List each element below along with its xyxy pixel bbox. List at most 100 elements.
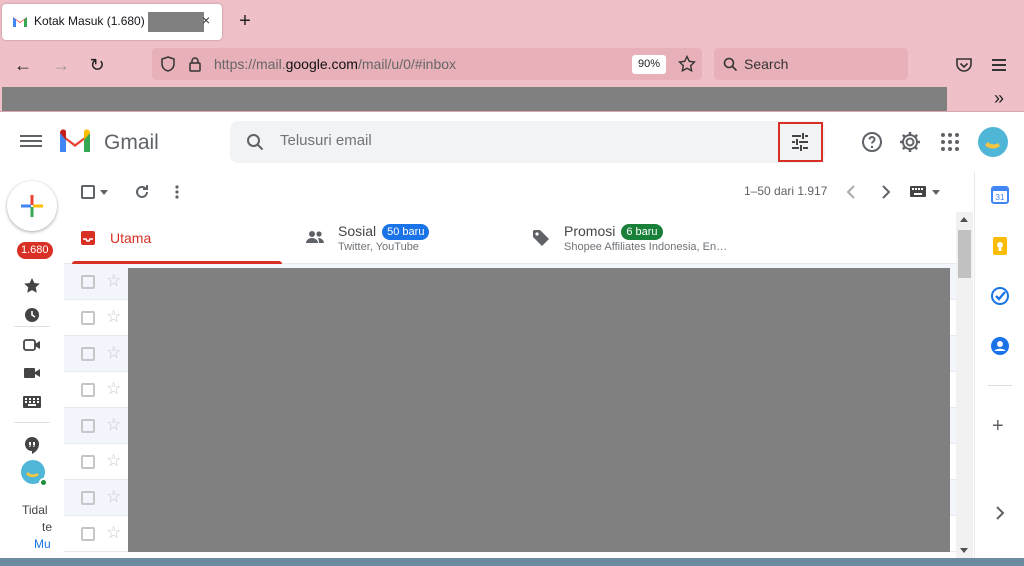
row-checkbox[interactable] — [81, 311, 95, 325]
search-icon[interactable] — [246, 133, 264, 151]
tab-social-label: Sosial 50 baru — [338, 223, 430, 240]
mail-toolbar: 1–50 dari 1.917 — [64, 172, 974, 212]
join-meeting-icon[interactable] — [22, 363, 42, 383]
account-avatar[interactable] — [978, 127, 1008, 157]
star-icon[interactable]: ☆ — [106, 524, 121, 542]
browser-tab-gmail[interactable]: Kotak Masuk (1.680) - × — [2, 4, 222, 40]
browser-nav-bar: ← → ↻ https://mail.google.com/mail/u/0/#… — [0, 44, 1024, 86]
online-status-dot — [39, 478, 48, 487]
contacts-icon[interactable] — [990, 336, 1010, 356]
lock-icon[interactable] — [188, 56, 202, 72]
select-menu-chevron-down-icon[interactable] — [100, 190, 108, 195]
help-icon[interactable] — [860, 130, 884, 154]
row-checkbox[interactable] — [81, 347, 95, 361]
keyboard-icon[interactable] — [22, 392, 42, 412]
pocket-icon[interactable] — [955, 57, 973, 73]
select-all-checkbox[interactable] — [81, 185, 95, 199]
more-options-icon[interactable] — [174, 184, 180, 200]
star-icon[interactable]: ☆ — [106, 416, 121, 434]
row-checkbox[interactable] — [81, 419, 95, 433]
url-bar[interactable]: https://mail.google.com/mail/u/0/#inbox … — [152, 48, 702, 80]
main-menu-icon[interactable] — [20, 132, 42, 152]
input-tools-chevron-down-icon[interactable] — [932, 190, 940, 195]
tab-promotions[interactable]: Promosi 6 baru Shopee Affiliates Indonesi… — [518, 212, 778, 264]
chevron-right-icon[interactable] — [881, 185, 891, 199]
scroll-up-arrow-icon[interactable] — [960, 217, 968, 222]
chevron-left-icon[interactable] — [846, 185, 856, 199]
settings-gear-icon[interactable] — [898, 130, 922, 154]
zoom-level[interactable]: 90% — [632, 55, 666, 74]
star-icon[interactable]: ☆ — [106, 452, 121, 470]
row-checkbox[interactable] — [81, 491, 95, 505]
mail-search-input[interactable] — [280, 132, 760, 149]
star-icon[interactable]: ☆ — [106, 488, 121, 506]
gmail-logo-icon[interactable] — [58, 128, 92, 154]
starred-icon[interactable] — [22, 276, 42, 296]
browser-tab-bar: Kotak Masuk (1.680) - × + — [0, 0, 1024, 44]
redacted-region — [148, 12, 204, 32]
bookmarks-overflow-icon[interactable]: » — [994, 88, 1004, 109]
reload-button[interactable]: ↻ — [84, 52, 110, 78]
browser-tab-title: Kotak Masuk (1.680) - — [34, 14, 153, 28]
expand-panel-chevron-right-icon[interactable] — [995, 506, 1005, 520]
apps-grid-icon[interactable] — [938, 130, 962, 154]
refresh-icon[interactable] — [134, 184, 150, 200]
svg-text:31: 31 — [996, 193, 1005, 202]
forward-button[interactable]: → — [48, 52, 74, 78]
people-icon — [306, 231, 324, 243]
star-icon[interactable]: ☆ — [106, 380, 121, 398]
row-checkbox[interactable] — [81, 383, 95, 397]
mail-search-box — [230, 121, 825, 163]
tasks-icon[interactable] — [990, 286, 1010, 306]
keep-notes-icon[interactable] — [990, 236, 1010, 256]
pagination-count: 1–50 dari 1.917 — [744, 184, 828, 198]
row-checkbox[interactable] — [81, 275, 95, 289]
search-icon — [723, 57, 738, 72]
gmail-product-name[interactable]: Gmail — [104, 131, 159, 155]
browser-search-bar[interactable]: Search — [714, 48, 908, 80]
tab-promotions-label: Promosi 6 baru — [564, 223, 663, 240]
input-tools-keyboard-icon[interactable] — [910, 186, 926, 197]
meet-video-icon[interactable] — [22, 335, 42, 355]
tag-icon — [533, 230, 549, 246]
gmail-favicon-icon — [13, 17, 27, 27]
row-checkbox[interactable] — [81, 527, 95, 541]
compose-button[interactable] — [7, 181, 57, 231]
star-icon[interactable]: ☆ — [106, 308, 121, 326]
divider — [988, 385, 1012, 386]
new-tab-button[interactable]: + — [232, 8, 258, 34]
hangouts-chat-icon[interactable] — [22, 435, 42, 455]
compose-plus-icon — [21, 195, 43, 217]
scrollbar-thumb[interactable] — [958, 230, 971, 278]
bookmarks-bar: » — [0, 86, 1024, 112]
divider — [14, 326, 50, 327]
bookmark-star-icon[interactable] — [678, 55, 696, 73]
avatar-image-icon — [985, 142, 1000, 149]
scroll-down-arrow-icon[interactable] — [960, 548, 968, 553]
add-addon-plus-icon[interactable]: + — [992, 415, 1004, 438]
tab-social[interactable]: Sosial 50 baru Twitter, YouTube — [292, 212, 512, 264]
close-tab-icon[interactable]: × — [202, 12, 210, 28]
divider — [14, 422, 50, 423]
row-checkbox[interactable] — [81, 455, 95, 469]
snoozed-clock-icon[interactable] — [22, 305, 42, 325]
hangouts-avatar[interactable] — [21, 460, 48, 487]
mail-list-scrollbar[interactable] — [956, 212, 973, 558]
calendar-icon[interactable]: 31 — [990, 185, 1010, 205]
url-text[interactable]: https://mail.google.com/mail/u/0/#inbox — [214, 56, 456, 72]
back-button[interactable]: ← — [10, 52, 36, 78]
inbox-unread-badge[interactable]: 1.680 — [17, 242, 53, 259]
browser-search-placeholder: Search — [744, 56, 789, 72]
tab-primary[interactable]: Utama — [64, 212, 284, 264]
shield-icon[interactable] — [160, 56, 176, 72]
promotions-new-badge: 6 baru — [621, 224, 663, 240]
hangouts-link[interactable]: Mu — [34, 536, 51, 553]
tab-social-subtitle: Twitter, YouTube — [338, 241, 419, 253]
star-icon[interactable]: ☆ — [106, 272, 121, 290]
search-options-button[interactable] — [778, 122, 823, 162]
star-icon[interactable]: ☆ — [106, 344, 121, 362]
os-taskbar — [0, 558, 1024, 566]
redacted-region — [128, 268, 950, 552]
inbox-tray-icon — [81, 231, 95, 245]
app-menu-icon[interactable] — [992, 57, 1006, 74]
